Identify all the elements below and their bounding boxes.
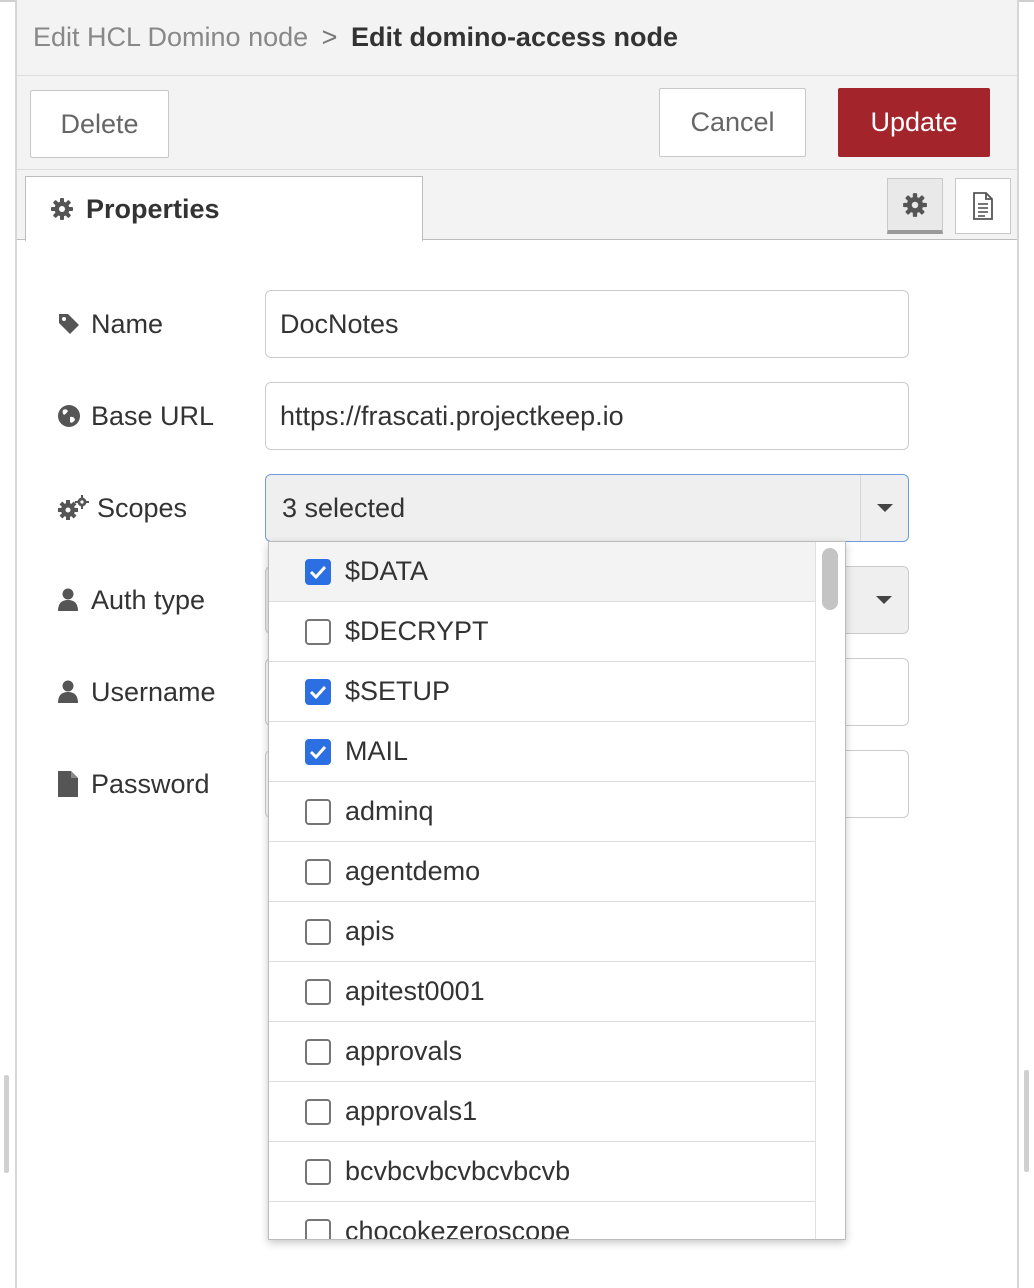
scope-option[interactable]: $SETUP bbox=[269, 662, 815, 722]
username-label: Username bbox=[57, 658, 216, 726]
checkmark-icon bbox=[309, 685, 327, 699]
document-icon bbox=[973, 192, 993, 220]
breadcrumb: Edit HCL Domino node > Edit domino-acces… bbox=[33, 22, 678, 53]
base-url-input[interactable]: https://frascati.projectkeep.io bbox=[265, 382, 909, 450]
chevron-down-icon[interactable] bbox=[860, 475, 908, 541]
breadcrumb-current: Edit domino-access node bbox=[350, 22, 679, 52]
scope-option[interactable]: agentdemo bbox=[269, 842, 815, 902]
scopes-selected-count: 3 selected bbox=[282, 492, 406, 523]
scope-checkbox[interactable] bbox=[305, 1038, 331, 1065]
scope-checkbox[interactable] bbox=[305, 618, 331, 645]
name-input[interactable]: DocNotes bbox=[265, 290, 909, 358]
breadcrumb-parent-link[interactable]: Edit HCL Domino node bbox=[33, 22, 308, 52]
scope-checkbox[interactable] bbox=[305, 1158, 331, 1185]
scope-option[interactable]: approvals1 bbox=[269, 1082, 815, 1142]
gear-icon bbox=[51, 198, 73, 220]
name-row: Name DocNotes bbox=[17, 290, 1017, 358]
chevron-down-icon[interactable] bbox=[860, 567, 908, 633]
checkmark-icon bbox=[309, 565, 327, 579]
tray-header: Edit HCL Domino node > Edit domino-acces… bbox=[17, 0, 1017, 76]
scope-checkbox[interactable] bbox=[305, 558, 331, 585]
scope-checkbox[interactable] bbox=[305, 918, 331, 945]
scope-option[interactable]: bcvbcvbcvbcvbcvb bbox=[269, 1142, 815, 1202]
scope-option[interactable]: approvals bbox=[269, 1022, 815, 1082]
scopes-label: Scopes bbox=[57, 474, 187, 542]
scope-option[interactable]: apitest0001 bbox=[269, 962, 815, 1022]
scope-option[interactable]: $DATA bbox=[269, 542, 815, 602]
scope-checkbox[interactable] bbox=[305, 858, 331, 885]
breadcrumb-separator: > bbox=[321, 22, 338, 52]
checkmark-icon bbox=[309, 745, 327, 759]
scope-checkbox[interactable] bbox=[305, 978, 331, 1005]
scope-checkbox[interactable] bbox=[305, 1098, 331, 1125]
base-url-row: Base URL https://frascati.projectkeep.io bbox=[17, 382, 1017, 450]
tray-toolbar: Delete Cancel Update bbox=[17, 76, 1017, 170]
base-url-label: Base URL bbox=[57, 382, 214, 450]
file-icon bbox=[57, 770, 87, 798]
tag-icon bbox=[57, 312, 87, 336]
user-icon bbox=[57, 588, 87, 612]
tab-properties-label: Properties bbox=[86, 193, 220, 224]
left-resize-handle[interactable] bbox=[4, 1075, 9, 1173]
dropdown-scrollbar[interactable] bbox=[815, 542, 845, 1239]
scope-option[interactable]: adminq bbox=[269, 782, 815, 842]
scopes-row: Scopes 3 selected bbox=[17, 474, 1017, 542]
dropdown-scroll-thumb[interactable] bbox=[822, 548, 838, 610]
right-resize-handle[interactable] bbox=[1024, 1070, 1029, 1172]
scope-option[interactable]: apis bbox=[269, 902, 815, 962]
node-description-button[interactable] bbox=[955, 178, 1011, 234]
password-label: Password bbox=[57, 750, 210, 818]
scope-checkbox[interactable] bbox=[305, 798, 331, 825]
scopes-multiselect[interactable]: 3 selected bbox=[265, 474, 909, 542]
delete-button[interactable]: Delete bbox=[30, 90, 169, 158]
auth-type-label: Auth type bbox=[57, 566, 205, 634]
name-label: Name bbox=[57, 290, 163, 358]
scope-option[interactable]: chocokezeroscope bbox=[269, 1202, 815, 1239]
scope-checkbox[interactable] bbox=[305, 678, 331, 705]
settings-gear-icon bbox=[903, 192, 927, 217]
scope-checkbox[interactable] bbox=[305, 738, 331, 765]
edit-node-tray: Edit HCL Domino node > Edit domino-acces… bbox=[15, 0, 1019, 1288]
scopes-dropdown: $DATA $DECRYPT $SETUP MAIL adminq agentd… bbox=[268, 541, 846, 1240]
tab-properties[interactable]: Properties bbox=[25, 176, 423, 241]
gears-icon bbox=[57, 495, 93, 521]
user-icon bbox=[57, 680, 87, 704]
update-button[interactable]: Update bbox=[838, 88, 990, 157]
globe-icon bbox=[57, 404, 87, 428]
tab-bar: Properties bbox=[17, 170, 1017, 241]
scope-checkbox[interactable] bbox=[305, 1218, 331, 1239]
scope-option[interactable]: MAIL bbox=[269, 722, 815, 782]
cancel-button[interactable]: Cancel bbox=[659, 88, 806, 157]
scope-option[interactable]: $DECRYPT bbox=[269, 602, 815, 662]
node-settings-button[interactable] bbox=[887, 178, 943, 234]
